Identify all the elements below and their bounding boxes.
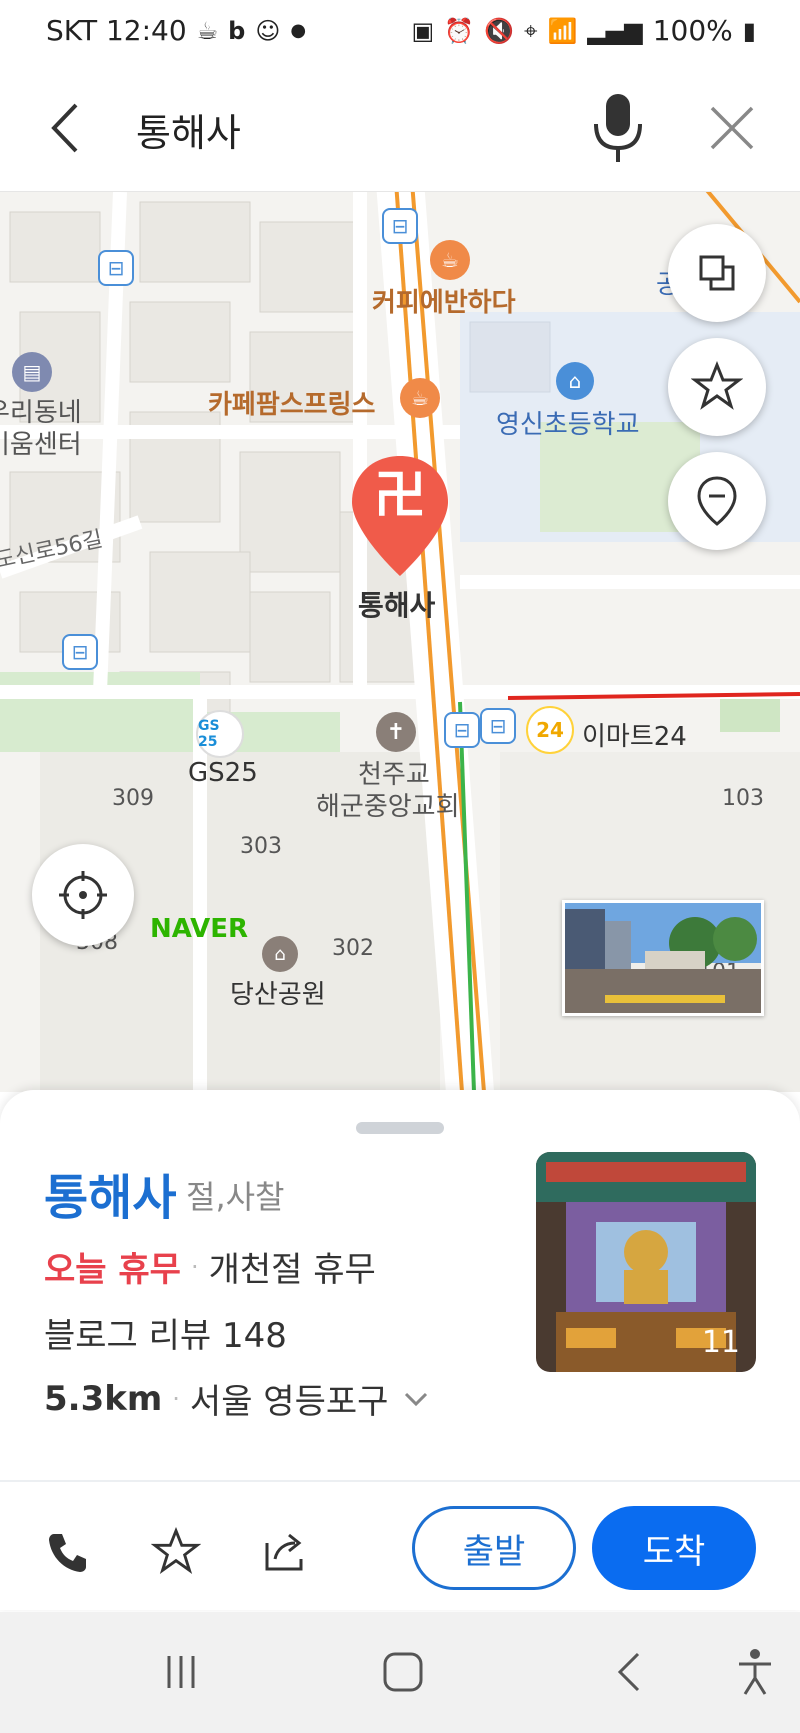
bus-stop-icon[interactable]: ⊟	[62, 634, 98, 670]
my-location-button[interactable]	[32, 844, 134, 946]
back-nav-button[interactable]	[594, 1642, 664, 1702]
signal-icon: ▂▄▆	[587, 16, 643, 45]
divider	[0, 1480, 800, 1482]
accessibility-button[interactable]	[720, 1642, 790, 1702]
chat-icon: ☺	[255, 16, 281, 45]
chevron-left-icon	[51, 103, 78, 153]
closed-today-status: 오늘 휴무	[44, 1250, 181, 1290]
place-marker-button[interactable]	[668, 452, 766, 550]
distance: 5.3km	[44, 1378, 163, 1419]
home-icon	[383, 1652, 423, 1692]
arrive-route-button[interactable]: 도착	[592, 1506, 756, 1590]
school-icon[interactable]: ⌂	[556, 362, 594, 400]
naver-logo: NAVER	[150, 914, 249, 944]
map-label-building: 103	[722, 786, 764, 811]
wifi-icon: 📶	[547, 16, 578, 45]
recent-apps-icon	[167, 1656, 195, 1688]
pin-symbol: 卍	[373, 466, 426, 526]
search-query[interactable]: 통해사	[136, 102, 241, 157]
call-button[interactable]	[38, 1522, 98, 1582]
map-label-emart24[interactable]: 이마트24	[582, 716, 687, 753]
photo-count: 11	[701, 1325, 740, 1360]
place-info-sheet[interactable]: 통해사 절,사찰 오늘 휴무 · 개천절 휴무 블로그 리뷰 148 5.3km…	[0, 1090, 800, 1610]
church-icon[interactable]: ✝	[376, 712, 416, 752]
crosshair-icon	[59, 871, 107, 919]
map-view[interactable]: ⊟ ⊟ ⊟ ⊟ ⊟ ☕ 커피에반하다 ☕ 카페팜스프링스 ⌂ 영신초등학교 공 …	[0, 192, 800, 1092]
map-label-school[interactable]: 영신초등학교	[496, 404, 640, 441]
star-icon	[691, 361, 743, 410]
battery-icon: ▮	[742, 16, 756, 45]
business-hours-row[interactable]: 오늘 휴무 · 개천절 휴무	[44, 1242, 376, 1291]
bus-stop-icon[interactable]: ⊟	[480, 708, 516, 744]
place-photo[interactable]: 11	[536, 1152, 756, 1372]
share-icon	[265, 1533, 303, 1571]
layers-icon	[699, 255, 735, 291]
alarm-icon: ⏰	[444, 16, 475, 45]
voice-search-button[interactable]	[588, 90, 648, 166]
battery-level: 100%	[652, 14, 733, 47]
emart24-logo-text: 24	[536, 718, 564, 742]
map-label-building: 303	[240, 834, 282, 859]
system-nav-bar	[0, 1612, 800, 1733]
close-icon	[710, 106, 754, 150]
map-label-building: 302	[332, 936, 374, 961]
map-label-gs25[interactable]: GS25	[188, 758, 258, 788]
search-header: 통해사	[0, 62, 800, 192]
bus-stop-icon[interactable]: ⊟	[382, 208, 418, 244]
coffee-icon: ☕	[196, 16, 219, 45]
street-view-image	[565, 903, 761, 1013]
status-bar: SKT 12:40 ☕ b ☺ ● ▣ ⏰ 🔇 ⌖ 📶 ▂▄▆ 100% ▮	[0, 0, 800, 62]
home-button[interactable]	[368, 1642, 438, 1702]
bus-stop-icon[interactable]: ⊟	[98, 250, 134, 286]
share-button[interactable]	[254, 1522, 314, 1582]
cafe-icon[interactable]: ☕	[430, 240, 470, 280]
holiday-note: 개천절 휴무	[208, 1250, 376, 1290]
building-icon[interactable]: ▤	[12, 352, 52, 392]
location-row[interactable]: 5.3km · 서울 영등포구	[44, 1374, 430, 1423]
favorites-button[interactable]	[668, 338, 766, 436]
street-view-thumbnail[interactable]	[562, 900, 764, 1016]
map-label-cafe[interactable]: 카페팜스프링스	[208, 384, 375, 421]
clear-search-button[interactable]	[704, 100, 760, 156]
save-button[interactable]	[146, 1522, 206, 1582]
sheet-handle[interactable]	[356, 1122, 444, 1134]
map-pin-icon	[697, 476, 737, 526]
district: 서울 영등포구	[189, 1382, 389, 1422]
star-icon	[151, 1527, 201, 1574]
back-icon	[617, 1652, 640, 1692]
microphone-icon	[594, 94, 642, 162]
pin-label[interactable]: 통해사	[358, 584, 435, 624]
place-name[interactable]: 통해사	[44, 1158, 176, 1228]
start-route-button[interactable]: 출발	[412, 1506, 576, 1590]
map-label-church[interactable]: 해군중앙교회	[316, 786, 460, 823]
gs25-logo-text: GS 25	[198, 718, 220, 750]
mute-icon: 🔇	[484, 16, 514, 45]
back-button[interactable]	[40, 98, 90, 158]
bus-stop-icon[interactable]: ⊟	[444, 712, 480, 748]
map-label-building: 309	[112, 786, 154, 811]
emart24-logo-icon[interactable]: 24	[526, 706, 574, 754]
carrier-time: SKT 12:40	[46, 14, 187, 47]
accessibility-icon	[739, 1649, 771, 1695]
chevron-down-icon	[405, 1392, 428, 1406]
blog-reviews-link[interactable]: 블로그 리뷰 148	[44, 1308, 287, 1357]
separator-dot: ·	[172, 1384, 180, 1413]
layers-button[interactable]	[668, 224, 766, 322]
b-app-icon: b	[228, 16, 246, 45]
location-icon: ⌖	[523, 16, 538, 45]
phone-icon	[49, 1534, 86, 1572]
map-label-cafe[interactable]: 커피에반하다	[372, 282, 516, 319]
cafe-icon[interactable]: ☕	[400, 378, 440, 418]
map-label-community[interactable]: 키움센터	[0, 424, 82, 461]
nfc-icon: ▣	[411, 16, 435, 45]
separator-dot: ·	[190, 1252, 199, 1281]
gs25-logo-icon[interactable]: GS 25	[196, 710, 244, 758]
map-label-park[interactable]: 당산공원	[230, 974, 326, 1011]
place-category: 절,사찰	[186, 1178, 285, 1216]
dot-icon: ●	[290, 19, 307, 41]
recent-apps-button[interactable]	[146, 1642, 216, 1702]
park-icon[interactable]: ⌂	[262, 936, 298, 972]
